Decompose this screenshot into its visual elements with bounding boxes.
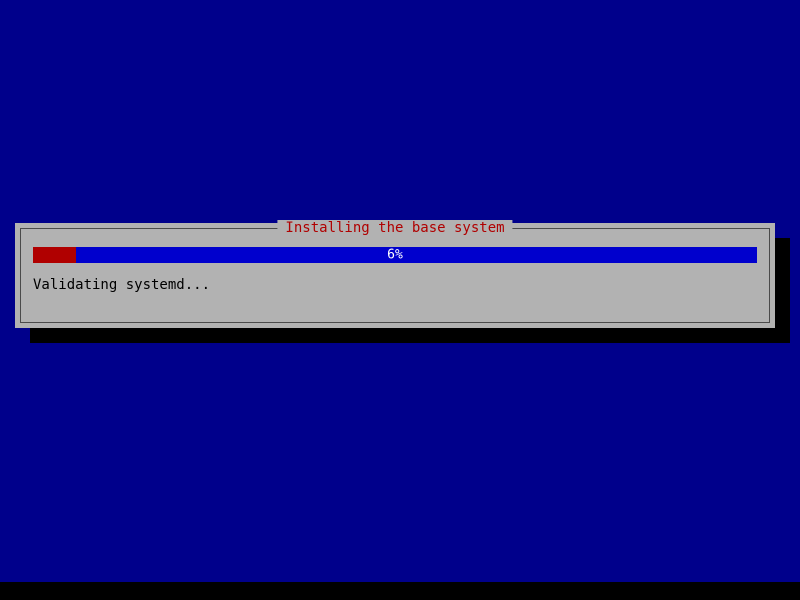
progress-fill: [33, 247, 76, 263]
installer-dialog: Installing the base system 6% Validating…: [15, 223, 775, 328]
progress-bar: 6%: [33, 247, 757, 263]
progress-label: 6%: [387, 248, 403, 263]
bottom-bar: [0, 582, 800, 600]
dialog-title: Installing the base system: [277, 220, 512, 236]
status-text: Validating systemd...: [33, 277, 757, 293]
dialog-inner: Installing the base system 6% Validating…: [20, 228, 770, 323]
